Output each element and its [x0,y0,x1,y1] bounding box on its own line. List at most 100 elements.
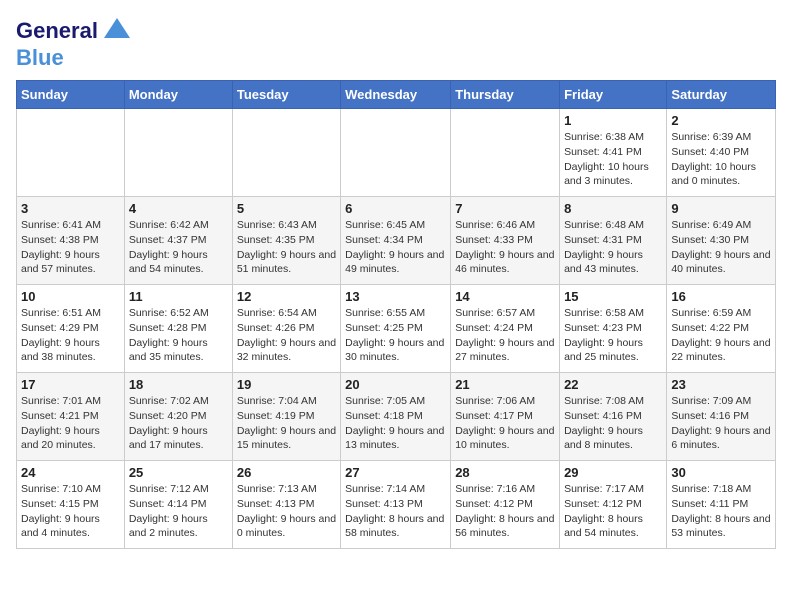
day-number: 20 [345,377,446,392]
calendar-cell: 9Sunrise: 6:49 AM Sunset: 4:30 PM Daylig… [667,197,776,285]
calendar-cell: 27Sunrise: 7:14 AM Sunset: 4:13 PM Dayli… [341,461,451,549]
calendar-cell: 3 Sunrise: 6:41 AM Sunset: 4:38 PM Daylig… [17,197,125,285]
day-info: Sunrise: 6:38 AM Sunset: 4:41 PM Dayligh… [564,130,662,189]
day-number: 1 [564,113,662,128]
calendar-cell: 30 Sunrise: 7:18 AM Sunset: 4:11 PM Dayli… [667,461,776,549]
day-number: 27 [345,465,446,480]
day-info: Sunrise: 7:16 AM Sunset: 4:12 PM Dayligh… [455,482,555,541]
logo-text-blue: Blue [16,45,64,70]
calendar-week-row: 10 Sunrise: 6:51 AM Sunset: 4:29 PM Dayli… [17,285,776,373]
calendar-cell: 17 Sunrise: 7:01 AM Sunset: 4:21 PM Dayli… [17,373,125,461]
day-info: Sunrise: 6:51 AM Sunset: 4:29 PM Dayligh… [21,306,120,365]
day-info: Sunrise: 7:10 AM Sunset: 4:15 PM Dayligh… [21,482,120,541]
day-number: 17 [21,377,120,392]
day-info: Sunrise: 7:05 AM Sunset: 4:18 PM Dayligh… [345,394,446,453]
calendar-cell: 20 Sunrise: 7:05 AM Sunset: 4:18 PM Dayli… [341,373,451,461]
day-info: Sunrise: 6:39 AM Sunset: 4:40 PM Dayligh… [671,130,771,189]
weekday-header: Monday [124,81,232,109]
calendar-cell: 11 Sunrise: 6:52 AM Sunset: 4:28 PM Dayli… [124,285,232,373]
calendar-cell [124,109,232,197]
day-number: 22 [564,377,662,392]
day-info: Sunrise: 7:01 AM Sunset: 4:21 PM Dayligh… [21,394,120,453]
day-info: Sunrise: 6:58 AM Sunset: 4:23 PM Dayligh… [564,306,662,365]
calendar-cell: 29 Sunrise: 7:17 AM Sunset: 4:12 PM Dayli… [560,461,667,549]
day-info: Sunrise: 6:49 AM Sunset: 4:30 PM Dayligh… [671,218,771,277]
day-number: 14 [455,289,555,304]
day-number: 6 [345,201,446,216]
day-info: Sunrise: 7:09 AM Sunset: 4:16 PM Dayligh… [671,394,771,453]
calendar-cell: 19 Sunrise: 7:04 AM Sunset: 4:19 PM Dayli… [232,373,340,461]
day-number: 10 [21,289,120,304]
day-info: Sunrise: 6:55 AM Sunset: 4:25 PM Dayligh… [345,306,446,365]
calendar-cell: 4 Sunrise: 6:42 AM Sunset: 4:37 PM Daylig… [124,197,232,285]
calendar-cell [341,109,451,197]
day-number: 28 [455,465,555,480]
calendar-cell: 21 Sunrise: 7:06 AM Sunset: 4:17 PM Dayli… [451,373,560,461]
calendar-cell: 13Sunrise: 6:55 AM Sunset: 4:25 PM Dayli… [341,285,451,373]
calendar-cell: 14Sunrise: 6:57 AM Sunset: 4:24 PM Dayli… [451,285,560,373]
calendar-week-row: 1 Sunrise: 6:38 AM Sunset: 4:41 PM Daylig… [17,109,776,197]
calendar-cell: 24 Sunrise: 7:10 AM Sunset: 4:15 PM Dayli… [17,461,125,549]
day-info: Sunrise: 6:48 AM Sunset: 4:31 PM Dayligh… [564,218,662,277]
calendar-cell: 2 Sunrise: 6:39 AM Sunset: 4:40 PM Daylig… [667,109,776,197]
calendar-cell [17,109,125,197]
day-number: 15 [564,289,662,304]
calendar-cell: 22 Sunrise: 7:08 AM Sunset: 4:16 PM Dayli… [560,373,667,461]
day-number: 16 [671,289,771,304]
weekday-header: Thursday [451,81,560,109]
page-header: General Blue [16,16,776,70]
day-info: Sunrise: 6:45 AM Sunset: 4:34 PM Dayligh… [345,218,446,277]
day-info: Sunrise: 7:06 AM Sunset: 4:17 PM Dayligh… [455,394,555,453]
day-info: Sunrise: 7:18 AM Sunset: 4:11 PM Dayligh… [671,482,771,541]
day-number: 8 [564,201,662,216]
day-number: 4 [129,201,228,216]
day-number: 2 [671,113,771,128]
day-info: Sunrise: 6:52 AM Sunset: 4:28 PM Dayligh… [129,306,228,365]
day-info: Sunrise: 6:54 AM Sunset: 4:26 PM Dayligh… [237,306,336,365]
calendar-cell: 1 Sunrise: 6:38 AM Sunset: 4:41 PM Daylig… [560,109,667,197]
calendar-table: SundayMondayTuesdayWednesdayThursdayFrid… [16,80,776,549]
day-info: Sunrise: 6:46 AM Sunset: 4:33 PM Dayligh… [455,218,555,277]
calendar-cell [451,109,560,197]
day-number: 24 [21,465,120,480]
day-number: 19 [237,377,336,392]
day-number: 18 [129,377,228,392]
calendar-week-row: 17 Sunrise: 7:01 AM Sunset: 4:21 PM Dayli… [17,373,776,461]
day-number: 29 [564,465,662,480]
day-number: 11 [129,289,228,304]
day-info: Sunrise: 6:59 AM Sunset: 4:22 PM Dayligh… [671,306,771,365]
calendar-cell: 26 Sunrise: 7:13 AM Sunset: 4:13 PM Dayli… [232,461,340,549]
day-number: 21 [455,377,555,392]
weekday-header: Saturday [667,81,776,109]
day-number: 3 [21,201,120,216]
logo-icon [102,16,132,46]
calendar-cell: 16 Sunrise: 6:59 AM Sunset: 4:22 PM Dayli… [667,285,776,373]
calendar-cell: 7Sunrise: 6:46 AM Sunset: 4:33 PM Daylig… [451,197,560,285]
day-info: Sunrise: 6:42 AM Sunset: 4:37 PM Dayligh… [129,218,228,277]
day-number: 26 [237,465,336,480]
weekday-header: Tuesday [232,81,340,109]
calendar-cell: 23 Sunrise: 7:09 AM Sunset: 4:16 PM Dayli… [667,373,776,461]
calendar-week-row: 3 Sunrise: 6:41 AM Sunset: 4:38 PM Daylig… [17,197,776,285]
day-info: Sunrise: 6:43 AM Sunset: 4:35 PM Dayligh… [237,218,336,277]
calendar-cell [232,109,340,197]
calendar-cell: 18 Sunrise: 7:02 AM Sunset: 4:20 PM Dayli… [124,373,232,461]
calendar-cell: 28 Sunrise: 7:16 AM Sunset: 4:12 PM Dayli… [451,461,560,549]
day-number: 12 [237,289,336,304]
day-info: Sunrise: 6:41 AM Sunset: 4:38 PM Dayligh… [21,218,120,277]
day-info: Sunrise: 7:17 AM Sunset: 4:12 PM Dayligh… [564,482,662,541]
logo-text: General [16,19,98,43]
day-number: 23 [671,377,771,392]
day-number: 30 [671,465,771,480]
calendar-cell: 6 Sunrise: 6:45 AM Sunset: 4:34 PM Daylig… [341,197,451,285]
calendar-cell: 25Sunrise: 7:12 AM Sunset: 4:14 PM Dayli… [124,461,232,549]
calendar-week-row: 24 Sunrise: 7:10 AM Sunset: 4:15 PM Dayli… [17,461,776,549]
weekday-header: Sunday [17,81,125,109]
day-info: Sunrise: 7:08 AM Sunset: 4:16 PM Dayligh… [564,394,662,453]
day-info: Sunrise: 7:04 AM Sunset: 4:19 PM Dayligh… [237,394,336,453]
day-info: Sunrise: 7:02 AM Sunset: 4:20 PM Dayligh… [129,394,228,453]
calendar-cell: 15 Sunrise: 6:58 AM Sunset: 4:23 PM Dayli… [560,285,667,373]
day-info: Sunrise: 7:12 AM Sunset: 4:14 PM Dayligh… [129,482,228,541]
weekday-header: Wednesday [341,81,451,109]
day-info: Sunrise: 7:13 AM Sunset: 4:13 PM Dayligh… [237,482,336,541]
